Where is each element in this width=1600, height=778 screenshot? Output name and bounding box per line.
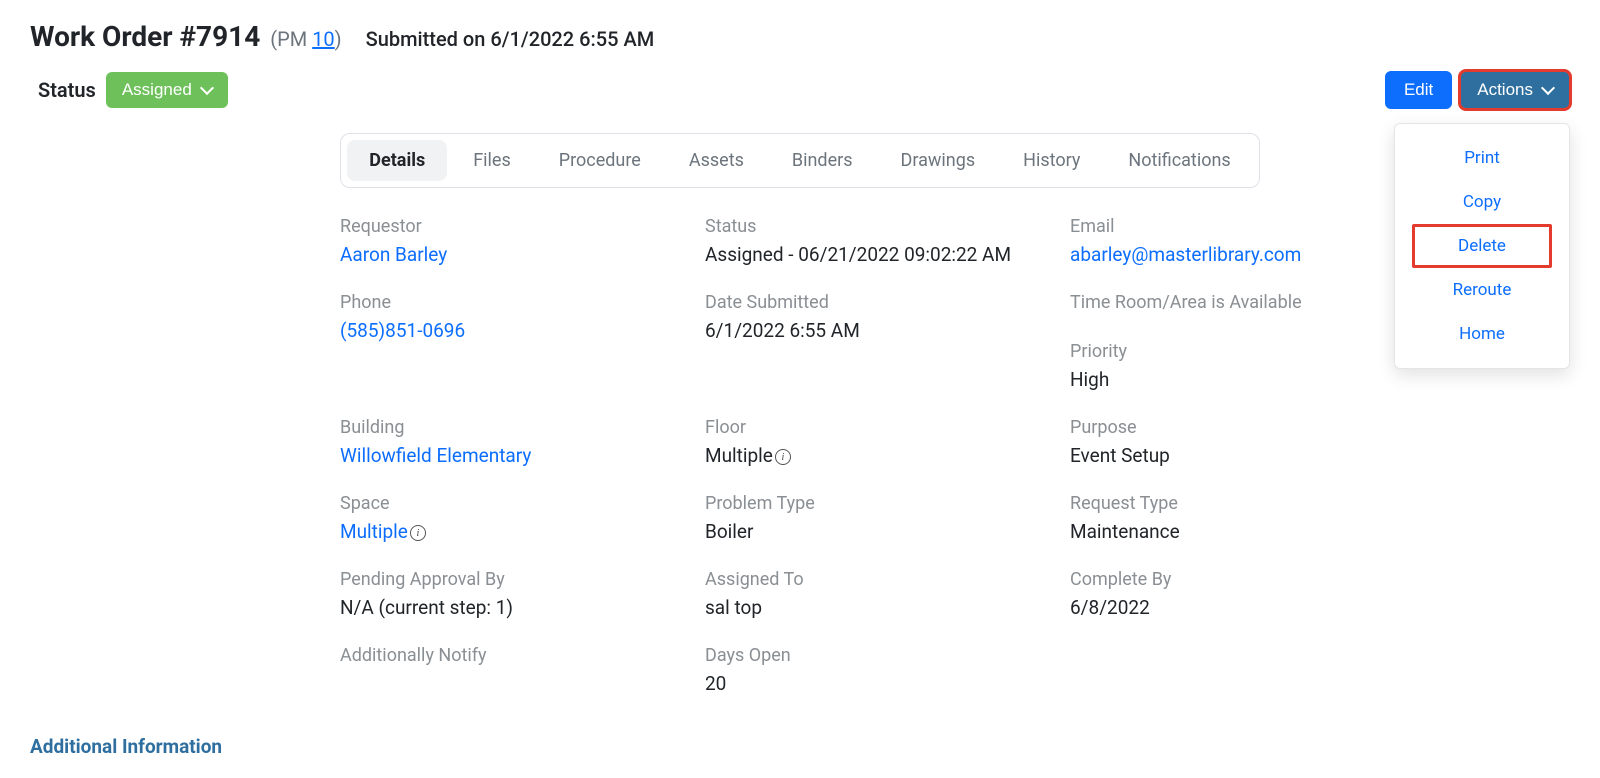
actions-dropdown-menu: Print Copy Delete Reroute Home [1394, 123, 1570, 369]
additionally-notify-label: Additionally Notify [340, 645, 685, 666]
field-additionally-notify: Additionally Notify [340, 645, 685, 695]
assigned-to-label: Assigned To [705, 569, 1050, 590]
page-title: Work Order #7914 [30, 20, 260, 53]
date-submitted-value: 6/1/2022 6:55 AM [705, 319, 1050, 342]
field-pending-approval: Pending Approval By N/A (current step: 1… [340, 569, 685, 619]
requestor-value[interactable]: Aaron Barley [340, 243, 685, 266]
email-value[interactable]: abarley@masterlibrary.com [1070, 243, 1415, 266]
field-complete-by: Complete By 6/8/2022 [1070, 569, 1415, 619]
status-field-label: Status [705, 216, 1050, 237]
field-days-open: Days Open 20 [705, 645, 1050, 695]
problem-type-value: Boiler [705, 520, 1050, 543]
request-type-label: Request Type [1070, 493, 1415, 514]
field-phone: Phone (585)851-0696 [340, 292, 685, 391]
tab-details[interactable]: Details [347, 140, 447, 181]
field-space: Space Multiplei [340, 493, 685, 543]
floor-text: Multiple [705, 444, 773, 467]
actions-button[interactable]: Actions [1460, 71, 1570, 109]
tab-history[interactable]: History [1001, 140, 1102, 181]
actions-wrap: Actions Print Copy Delete Reroute Home [1460, 71, 1570, 109]
date-submitted-label: Date Submitted [705, 292, 1050, 313]
priority-value: High [1070, 368, 1415, 391]
days-open-value: 20 [705, 672, 1050, 695]
tabs-container: Details Files Procedure Assets Binders D… [30, 133, 1570, 188]
field-purpose: Purpose Event Setup [1070, 417, 1415, 467]
action-home[interactable]: Home [1412, 312, 1551, 356]
field-assigned-to: Assigned To sal top [705, 569, 1050, 619]
space-label: Space [340, 493, 685, 514]
pending-approval-label: Pending Approval By [340, 569, 685, 590]
space-text[interactable]: Multiple [340, 520, 408, 543]
tab-binders[interactable]: Binders [770, 140, 875, 181]
tab-files[interactable]: Files [451, 140, 533, 181]
info-icon[interactable]: i [410, 525, 426, 541]
empty-cell [1070, 645, 1415, 695]
status-dropdown[interactable]: Assigned [106, 72, 228, 108]
field-request-type: Request Type Maintenance [1070, 493, 1415, 543]
status-bar: Status Assigned Edit Actions Print Copy … [30, 71, 1570, 109]
assigned-to-value: sal top [705, 596, 1050, 619]
action-copy[interactable]: Copy [1412, 180, 1551, 224]
tab-procedure[interactable]: Procedure [537, 140, 663, 181]
details-grid: Requestor Aaron Barley Status Assigned -… [185, 216, 1415, 695]
action-delete[interactable]: Delete [1412, 224, 1551, 268]
pm-prefix: (PM [270, 27, 312, 51]
field-problem-type: Problem Type Boiler [705, 493, 1050, 543]
action-reroute[interactable]: Reroute [1412, 268, 1551, 312]
phone-label: Phone [340, 292, 685, 313]
pm-suffix: ) [335, 27, 342, 51]
days-open-label: Days Open [705, 645, 1050, 666]
tab-notifications[interactable]: Notifications [1106, 140, 1252, 181]
status-field-value: Assigned - 06/21/2022 09:02:22 AM [705, 243, 1050, 266]
chevron-down-icon [1541, 81, 1555, 95]
additional-information-heading: Additional Information [30, 735, 1570, 758]
complete-by-value: 6/8/2022 [1070, 596, 1415, 619]
phone-value[interactable]: (585)851-0696 [340, 319, 685, 342]
edit-button[interactable]: Edit [1385, 71, 1452, 109]
pm-reference: (PM 10) [270, 27, 341, 51]
tab-drawings[interactable]: Drawings [879, 140, 998, 181]
email-label: Email [1070, 216, 1415, 237]
field-email: Email abarley@masterlibrary.com [1070, 216, 1415, 266]
field-building: Building Willowfield Elementary [340, 417, 685, 467]
chevron-down-icon [200, 81, 214, 95]
time-room-label: Time Room/Area is Available [1070, 292, 1415, 313]
field-date-submitted: Date Submitted 6/1/2022 6:55 AM [705, 292, 1050, 391]
action-buttons: Edit Actions Print Copy Delete Reroute H… [1385, 71, 1570, 109]
field-time-room-priority: Time Room/Area is Available Priority Hig… [1070, 292, 1415, 391]
purpose-value: Event Setup [1070, 444, 1415, 467]
building-value[interactable]: Willowfield Elementary [340, 444, 685, 467]
tab-assets[interactable]: Assets [667, 140, 766, 181]
space-value: Multiplei [340, 520, 685, 543]
building-label: Building [340, 417, 685, 438]
requestor-label: Requestor [340, 216, 685, 237]
status-badge-text: Assigned [122, 80, 192, 100]
floor-value: Multiplei [705, 444, 1050, 467]
pm-link[interactable]: 10 [312, 27, 334, 51]
field-status: Status Assigned - 06/21/2022 09:02:22 AM [705, 216, 1050, 266]
request-type-value: Maintenance [1070, 520, 1415, 543]
info-icon[interactable]: i [775, 449, 791, 465]
status-label: Status [38, 78, 96, 102]
tabs: Details Files Procedure Assets Binders D… [340, 133, 1259, 188]
field-floor: Floor Multiplei [705, 417, 1050, 467]
problem-type-label: Problem Type [705, 493, 1050, 514]
pending-approval-value: N/A (current step: 1) [340, 596, 685, 619]
action-print[interactable]: Print [1412, 136, 1551, 180]
floor-label: Floor [705, 417, 1050, 438]
priority-label: Priority [1070, 341, 1415, 362]
submitted-on: Submitted on 6/1/2022 6:55 AM [366, 27, 655, 51]
complete-by-label: Complete By [1070, 569, 1415, 590]
actions-button-label: Actions [1477, 80, 1533, 100]
purpose-label: Purpose [1070, 417, 1415, 438]
page-header: Work Order #7914 (PM 10) Submitted on 6/… [30, 20, 1570, 53]
field-requestor: Requestor Aaron Barley [340, 216, 685, 266]
